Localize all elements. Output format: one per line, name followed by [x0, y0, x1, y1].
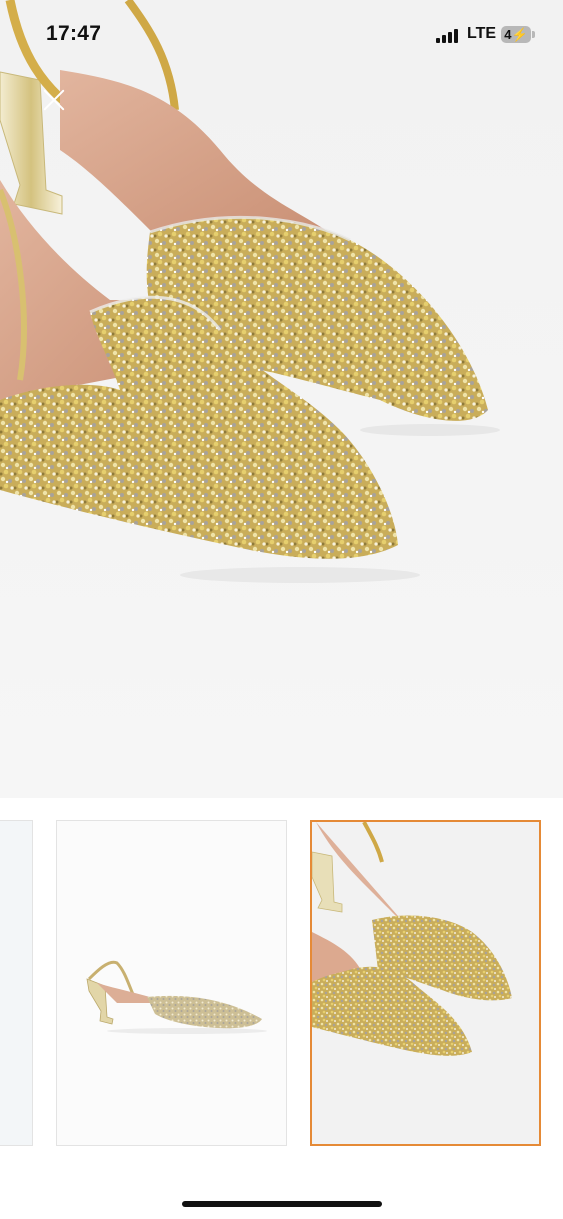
- close-icon[interactable]: [42, 88, 66, 112]
- network-type-label: LTE: [467, 25, 497, 42]
- status-time: 17:47: [46, 22, 102, 45]
- cellular-signal-icon: [436, 29, 460, 43]
- shoe-pair-illustration: [0, 0, 500, 583]
- main-product-image[interactable]: [0, 0, 563, 798]
- battery-level-text: 4: [504, 27, 512, 42]
- battery-icon: 4⚡: [501, 26, 531, 43]
- battery-tip: [532, 31, 535, 38]
- thumbnail-3-selected[interactable]: [310, 820, 541, 1146]
- thumbnail-1[interactable]: [0, 820, 33, 1146]
- thumbnail-2[interactable]: [56, 820, 287, 1146]
- shoe-pair-thumbnail-image: [312, 822, 512, 1056]
- status-bar: 17:47 LTE 4⚡: [0, 0, 563, 72]
- thumbnail-strip[interactable]: [0, 798, 563, 1219]
- single-shoe-thumbnail-image: [86, 960, 267, 1034]
- home-indicator[interactable]: [182, 1201, 382, 1207]
